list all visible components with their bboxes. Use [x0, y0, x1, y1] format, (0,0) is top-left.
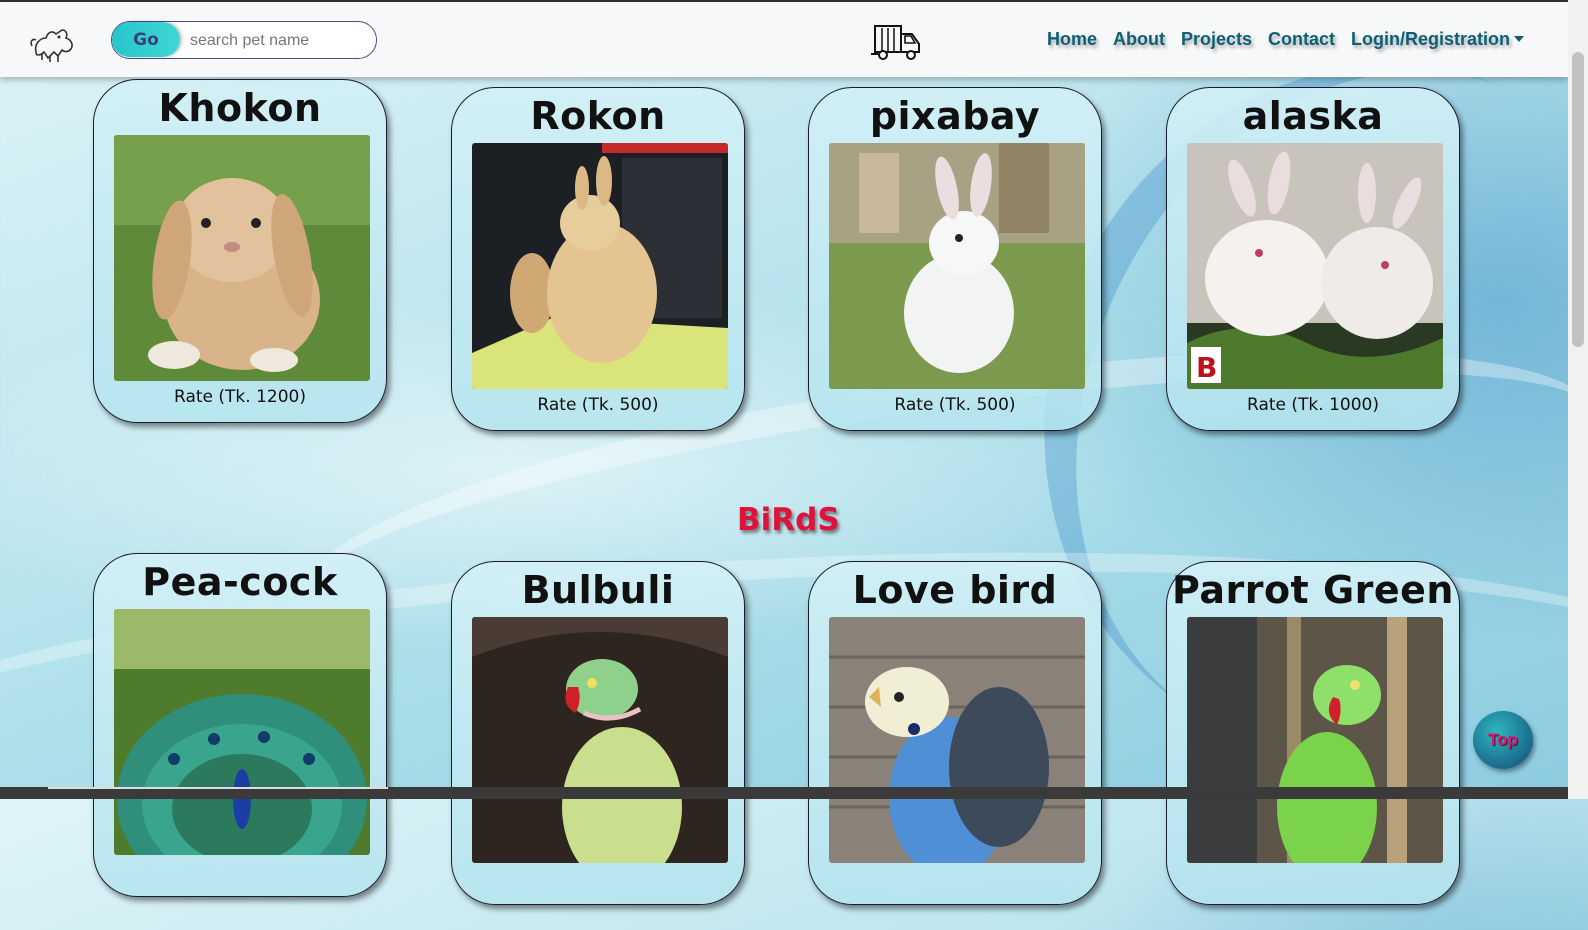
pet-card-rokon[interactable]: Rokon Rate (Tk. 500)	[451, 87, 745, 431]
section-title-birds: BiRdS	[737, 502, 840, 538]
pet-name: alaska	[1242, 94, 1384, 138]
rabbit-image	[472, 143, 728, 389]
nav-projects-link[interactable]: Projects	[1181, 29, 1252, 59]
truck-icon	[870, 20, 922, 62]
bird-image	[114, 609, 370, 855]
pet-rate: Rate (Tk. 1000)	[1247, 395, 1379, 415]
nav-about-link[interactable]: About	[1113, 29, 1165, 59]
pet-name: Love bird	[852, 568, 1058, 612]
pet-card-love-bird[interactable]: Love bird	[808, 561, 1102, 905]
nav-login-dropdown[interactable]: Login/Registration	[1351, 29, 1525, 59]
back-to-top-button[interactable]: Top	[1473, 711, 1533, 769]
navbar: Go Home About Projects Contact Login/Reg…	[0, 2, 1568, 77]
pet-name: Bulbuli	[521, 568, 675, 612]
nav-contact-link[interactable]: Contact	[1268, 29, 1335, 59]
bird-image	[472, 617, 728, 863]
pet-name: Rokon	[530, 94, 666, 138]
pet-card-bulbuli[interactable]: Bulbuli	[451, 561, 745, 905]
bottom-highlight	[48, 787, 388, 789]
pet-rate: Rate (Tk. 500)	[537, 395, 659, 415]
pet-name: pixabay	[869, 94, 1041, 138]
search-input[interactable]	[188, 28, 372, 54]
bird-image	[1187, 617, 1443, 863]
scrollbar-thumb[interactable]	[1572, 52, 1584, 347]
nav-links: Home About Projects Contact Login/Regist…	[1047, 29, 1540, 59]
bird-image	[829, 617, 1085, 863]
pet-card-alaska[interactable]: alaska B Rate (Tk. 1000)	[1166, 87, 1460, 431]
pet-rate: Rate (Tk. 1200)	[174, 387, 306, 407]
caret-down-icon	[1514, 36, 1525, 42]
pet-rate: Rate (Tk. 500)	[894, 395, 1016, 415]
pet-name: Khokon	[158, 86, 322, 130]
rabbit-image	[829, 143, 1085, 389]
search-form: Go	[111, 21, 377, 59]
go-button[interactable]: Go	[112, 22, 180, 57]
nav-home-link[interactable]: Home	[1047, 29, 1097, 59]
pet-card-peacock[interactable]: Pea-cock	[93, 553, 387, 897]
pet-card-khokon[interactable]: Khokon Rate (Tk. 1200)	[93, 79, 387, 423]
nav-login-label: Login/Registration	[1351, 29, 1511, 49]
pet-card-parrot-green[interactable]: Parrot Green	[1166, 561, 1460, 905]
pet-card-pixabay[interactable]: pixabay Rate (Tk. 500)	[808, 87, 1102, 431]
pet-name: Pea-cock	[142, 560, 338, 604]
pet-name: Parrot Green	[1172, 568, 1454, 612]
rabbit-image: B	[1187, 143, 1443, 389]
rabbit-image	[114, 135, 370, 381]
dog-icon[interactable]	[28, 22, 78, 66]
badge-b: B	[1196, 351, 1217, 384]
